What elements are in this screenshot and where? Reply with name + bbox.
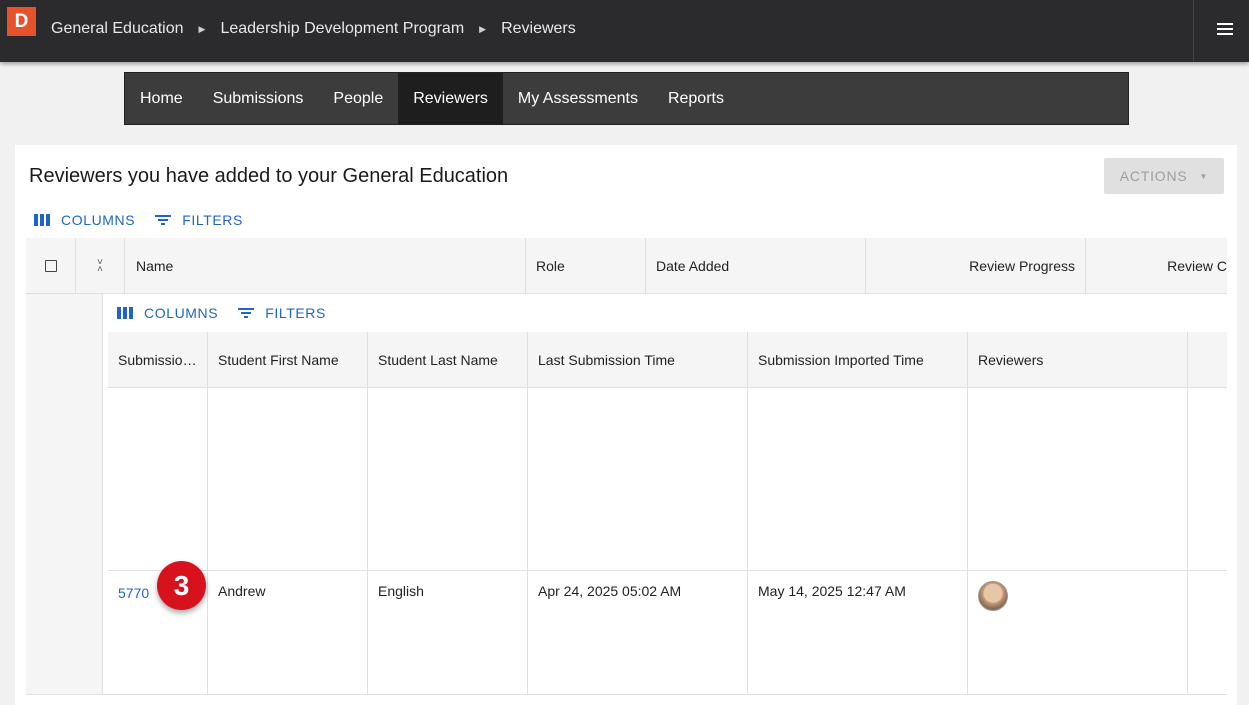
hamburger-menu-icon[interactable]	[1217, 23, 1233, 37]
breadcrumb-item-reviewers[interactable]: Reviewers	[501, 20, 576, 38]
reviewer-avatar-icon[interactable]	[978, 581, 1008, 611]
column-header-student-first-name[interactable]: Student First Name	[208, 332, 368, 388]
column-header-student-last-name[interactable]: Student Last Name	[368, 332, 528, 388]
actions-button-label: ACTIONS	[1119, 168, 1188, 184]
submission-id-link[interactable]: 5770	[118, 585, 149, 601]
filter-icon	[238, 307, 255, 319]
top-bar: D General Education ▶ Leadership Develop…	[0, 0, 1249, 62]
reviewers-card: Reviewers you have added to your General…	[15, 145, 1237, 705]
filter-icon	[155, 214, 172, 226]
step-number-badge: 3	[157, 561, 206, 610]
filters-label: FILTERS	[265, 305, 326, 321]
app-logo[interactable]: D	[7, 7, 36, 36]
grid-column	[368, 388, 528, 694]
caret-down-icon: ▼	[1199, 171, 1209, 181]
columns-icon	[34, 214, 50, 226]
grid-column	[968, 388, 1188, 694]
breadcrumb-item-program[interactable]: Leadership Development Program	[220, 20, 464, 38]
breadcrumb-item-general-education[interactable]: General Education	[51, 20, 184, 38]
inner-grid-header: Submissio… Student First Name Student La…	[108, 332, 1227, 388]
outer-grid-toolbar: COLUMNS FILTERS	[34, 212, 263, 228]
outer-grid-header: ˅ ˄ Name Role Date Added Review Progress …	[26, 238, 1227, 294]
actions-button[interactable]: ACTIONS ▼	[1104, 158, 1224, 194]
student-last-name-cell: English	[378, 583, 424, 599]
inner-filters-button[interactable]: FILTERS	[238, 305, 326, 321]
collapse-expand-icon[interactable]: ˅ ˄	[97, 258, 103, 275]
grid-bottom-border	[26, 694, 1227, 695]
grid-column	[108, 388, 208, 694]
inner-grid-body: 5770 Andrew English Apr 24, 2025 05:02 A…	[108, 388, 1227, 694]
nav-item-home[interactable]: Home	[125, 73, 198, 124]
nav-item-submissions[interactable]: Submissions	[198, 73, 319, 124]
select-all-cell	[26, 238, 76, 294]
detail-panel-gutter	[26, 294, 103, 694]
filters-button[interactable]: FILTERS	[155, 212, 243, 228]
column-header-name[interactable]: Name	[125, 238, 526, 294]
columns-label: COLUMNS	[61, 212, 136, 228]
columns-label: COLUMNS	[144, 305, 219, 321]
grid-column	[748, 388, 968, 694]
column-header-review-completed[interactable]: Review C	[1086, 238, 1227, 294]
grid-column	[528, 388, 748, 694]
chevron-right-icon: ▶	[198, 23, 206, 34]
last-submission-time-cell: Apr 24, 2025 05:02 AM	[538, 583, 682, 599]
column-header-role[interactable]: Role	[526, 238, 646, 294]
student-first-name-cell: Andrew	[218, 583, 266, 599]
columns-button[interactable]: COLUMNS	[34, 212, 135, 228]
main-nav: Home Submissions People Reviewers My Ass…	[124, 72, 1129, 125]
column-header-submission[interactable]: Submissio…	[108, 332, 208, 388]
breadcrumb: General Education ▶ Leadership Developme…	[51, 20, 576, 38]
column-header-reviewers[interactable]: Reviewers	[968, 332, 1188, 388]
column-header-review-progress[interactable]: Review Progress	[866, 238, 1086, 294]
column-header-last-submission-time[interactable]: Last Submission Time	[528, 332, 748, 388]
columns-icon	[117, 307, 133, 319]
select-all-checkbox[interactable]	[44, 260, 57, 272]
expand-all-cell: ˅ ˄	[76, 238, 125, 294]
submission-imported-time-cell: May 14, 2025 12:47 AM	[758, 583, 906, 599]
page-title: Reviewers you have added to your General…	[29, 165, 509, 187]
filters-label: FILTERS	[182, 212, 243, 228]
inner-columns-button[interactable]: COLUMNS	[117, 305, 218, 321]
nav-item-people[interactable]: People	[318, 73, 398, 124]
nav-item-my-assessments[interactable]: My Assessments	[503, 73, 653, 124]
inner-grid-toolbar: COLUMNS FILTERS	[117, 305, 346, 321]
grid-column	[208, 388, 368, 694]
topbar-divider	[1193, 0, 1194, 62]
nav-item-reports[interactable]: Reports	[653, 73, 739, 124]
row-divider	[108, 570, 1227, 571]
column-header-submission-imported-time[interactable]: Submission Imported Time	[748, 332, 968, 388]
chevron-right-icon: ▶	[479, 23, 487, 34]
nav-item-reviewers[interactable]: Reviewers	[398, 73, 503, 124]
column-header-date-added[interactable]: Date Added	[646, 238, 866, 294]
